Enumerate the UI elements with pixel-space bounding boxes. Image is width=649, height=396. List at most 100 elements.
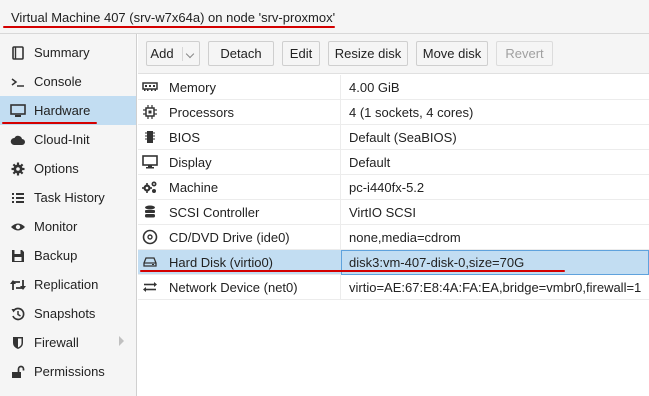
- move-disk-button[interactable]: Move disk: [416, 41, 488, 66]
- sidebar-item-console[interactable]: Console: [0, 67, 136, 96]
- sidebar-item-backup[interactable]: Backup: [0, 241, 136, 270]
- sidebar-item-cloud-init[interactable]: Cloud-Init: [0, 125, 136, 154]
- vm-title: Virtual Machine 407 (srv-w7x64a) on node…: [11, 10, 336, 25]
- hardware-value: virtio=AE:67:E8:4A:FA:EA,bridge=vmbr0,fi…: [349, 280, 642, 295]
- sidebar-item-label: Snapshots: [34, 306, 96, 321]
- database-icon: [142, 204, 158, 220]
- hardware-value: Default: [349, 155, 391, 170]
- column-divider: [340, 150, 341, 175]
- cpu-icon: [142, 104, 158, 120]
- sidebar-item-replication[interactable]: Replication: [0, 270, 136, 299]
- list-icon: [10, 190, 26, 206]
- retweet-icon: [10, 277, 26, 293]
- title-bar: Virtual Machine 407 (srv-w7x64a) on node…: [0, 0, 649, 34]
- sidebar-item-snapshots[interactable]: Snapshots: [0, 299, 136, 328]
- floppy-icon: [10, 248, 26, 264]
- desktop-icon: [142, 154, 158, 170]
- resize-disk-button[interactable]: Resize disk: [328, 41, 408, 66]
- sidebar: Summary Console Hardware Cloud-Init Opti…: [0, 34, 137, 396]
- hardware-value: 4 (1 sockets, 4 cores): [349, 105, 474, 120]
- sidebar-item-label: Summary: [34, 45, 90, 60]
- hardware-row-memory[interactable]: Memory 4.00 GiB: [138, 75, 649, 100]
- unlock-icon: [10, 364, 26, 380]
- sidebar-item-firewall[interactable]: Firewall: [0, 328, 136, 357]
- hardware-key: Network Device (net0): [169, 280, 298, 295]
- hardware-key: Display: [169, 155, 212, 170]
- sidebar-item-label: Permissions: [34, 364, 105, 379]
- sidebar-item-options[interactable]: Options: [0, 154, 136, 183]
- hard-disk-annotation-underline: [140, 270, 565, 272]
- add-button-label: Add: [150, 46, 174, 61]
- title-annotation-underline: [3, 26, 335, 28]
- sidebar-item-label: Replication: [34, 277, 99, 292]
- column-divider: [340, 200, 341, 225]
- column-divider: [340, 275, 341, 300]
- sidebar-item-monitor[interactable]: Monitor: [0, 212, 136, 241]
- hardware-key: Hard Disk (virtio0): [169, 255, 274, 270]
- hardware-row-cd-dvd-drive[interactable]: CD/DVD Drive (ide0) none,media=cdrom: [138, 225, 649, 250]
- hardware-row-processors[interactable]: Processors 4 (1 sockets, 4 cores): [138, 100, 649, 125]
- sidebar-item-permissions[interactable]: Permissions: [0, 357, 136, 386]
- hardware-key: Machine: [169, 180, 219, 195]
- microchip-icon: [142, 129, 158, 145]
- sidebar-item-label: Hardware: [34, 103, 91, 118]
- move-disk-button-label: Move disk: [422, 46, 482, 61]
- terminal-icon: [10, 74, 26, 90]
- memory-icon: [142, 79, 158, 95]
- history-icon: [10, 306, 26, 322]
- hardware-key: SCSI Controller: [169, 205, 260, 220]
- hardware-value: disk3:vm-407-disk-0,size=70G: [349, 255, 525, 270]
- resize-disk-button-label: Resize disk: [334, 46, 402, 61]
- hardware-row-network-device[interactable]: Network Device (net0) virtio=AE:67:E8:4A…: [138, 275, 649, 300]
- edit-button[interactable]: Edit: [282, 41, 320, 66]
- revert-button[interactable]: Revert: [496, 41, 553, 66]
- hardware-value: pc-i440fx-5.2: [349, 180, 425, 195]
- column-divider: [340, 125, 341, 150]
- sidebar-item-summary[interactable]: Summary: [0, 38, 136, 67]
- hardware-key: CD/DVD Drive (ide0): [169, 230, 290, 245]
- exchange-icon: [142, 279, 158, 295]
- sidebar-item-label: Firewall: [34, 335, 79, 350]
- sidebar-item-label: Cloud-Init: [34, 132, 90, 147]
- expand-arrow-icon[interactable]: [119, 336, 124, 346]
- shield-icon: [10, 335, 26, 351]
- book-icon: [10, 45, 26, 61]
- column-divider: [340, 100, 341, 125]
- detach-button[interactable]: Detach: [208, 41, 274, 66]
- hardware-toolbar: Add Detach Edit Resize disk Move disk Re…: [138, 34, 649, 74]
- hardware-key: Memory: [169, 80, 216, 95]
- column-divider: [340, 75, 341, 100]
- hardware-annotation-underline: [2, 122, 97, 124]
- cogs-icon: [142, 179, 158, 195]
- hardware-value: VirtIO SCSI: [349, 205, 416, 220]
- cdrom-icon: [142, 229, 158, 245]
- sidebar-item-label: Console: [34, 74, 82, 89]
- sidebar-item-label: Options: [34, 161, 79, 176]
- hardware-row-scsi-controller[interactable]: SCSI Controller VirtIO SCSI: [138, 200, 649, 225]
- gear-icon: [10, 161, 26, 177]
- chevron-down-icon: [181, 46, 196, 61]
- eye-icon: [10, 219, 26, 235]
- sidebar-item-label: Task History: [34, 190, 105, 205]
- sidebar-item-task-history[interactable]: Task History: [0, 183, 136, 212]
- revert-button-label: Revert: [505, 46, 544, 61]
- hardware-row-bios[interactable]: BIOS Default (SeaBIOS): [138, 125, 649, 150]
- column-divider: [340, 175, 341, 200]
- hardware-row-machine[interactable]: Machine pc-i440fx-5.2: [138, 175, 649, 200]
- add-button[interactable]: Add: [146, 41, 200, 66]
- detach-button-label: Detach: [220, 46, 262, 61]
- hdd-icon: [142, 254, 158, 270]
- column-divider: [340, 225, 341, 250]
- hardware-value: Default (SeaBIOS): [349, 130, 457, 145]
- edit-button-label: Edit: [289, 46, 313, 61]
- hardware-value: none,media=cdrom: [349, 230, 461, 245]
- sidebar-item-hardware[interactable]: Hardware: [0, 96, 136, 125]
- hardware-key: BIOS: [169, 130, 201, 145]
- hardware-value: 4.00 GiB: [349, 80, 400, 95]
- hardware-key: Processors: [169, 105, 235, 120]
- monitor-icon: [10, 103, 26, 119]
- sidebar-item-label: Monitor: [34, 219, 78, 234]
- hardware-row-display[interactable]: Display Default: [138, 150, 649, 175]
- sidebar-item-label: Backup: [34, 248, 78, 263]
- cloud-icon: [10, 132, 26, 148]
